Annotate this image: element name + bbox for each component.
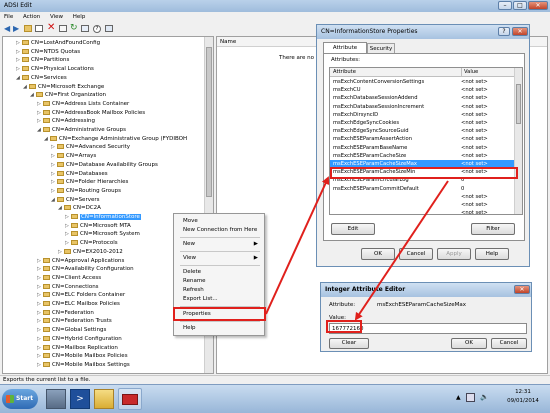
show-hidden-icons-icon[interactable]: ▲ <box>456 394 461 401</box>
network-icon[interactable] <box>466 393 475 402</box>
clock-date: 09/01/2014 <box>507 398 539 404</box>
toolbox-icon <box>122 394 138 405</box>
adsi-edit-taskbar-icon[interactable] <box>118 388 142 410</box>
arrow-to-attribute <box>265 176 330 315</box>
clock-time: 12:31 <box>515 389 531 395</box>
windows-logo-icon <box>6 395 14 403</box>
explorer-icon[interactable] <box>94 389 114 409</box>
start-label: Start <box>16 395 34 402</box>
start-button[interactable]: Start <box>2 389 38 409</box>
powershell-icon[interactable]: > <box>70 389 90 409</box>
annotation-arrows <box>265 176 449 321</box>
taskbar: Start > ▲ 🔈 12:31 09/01/2014 <box>0 384 550 413</box>
clock[interactable]: 12:31 09/01/2014 <box>500 388 546 406</box>
server-manager-icon[interactable] <box>46 389 66 409</box>
volume-icon[interactable]: 🔈 <box>480 393 489 401</box>
arrow-to-value <box>354 180 449 321</box>
